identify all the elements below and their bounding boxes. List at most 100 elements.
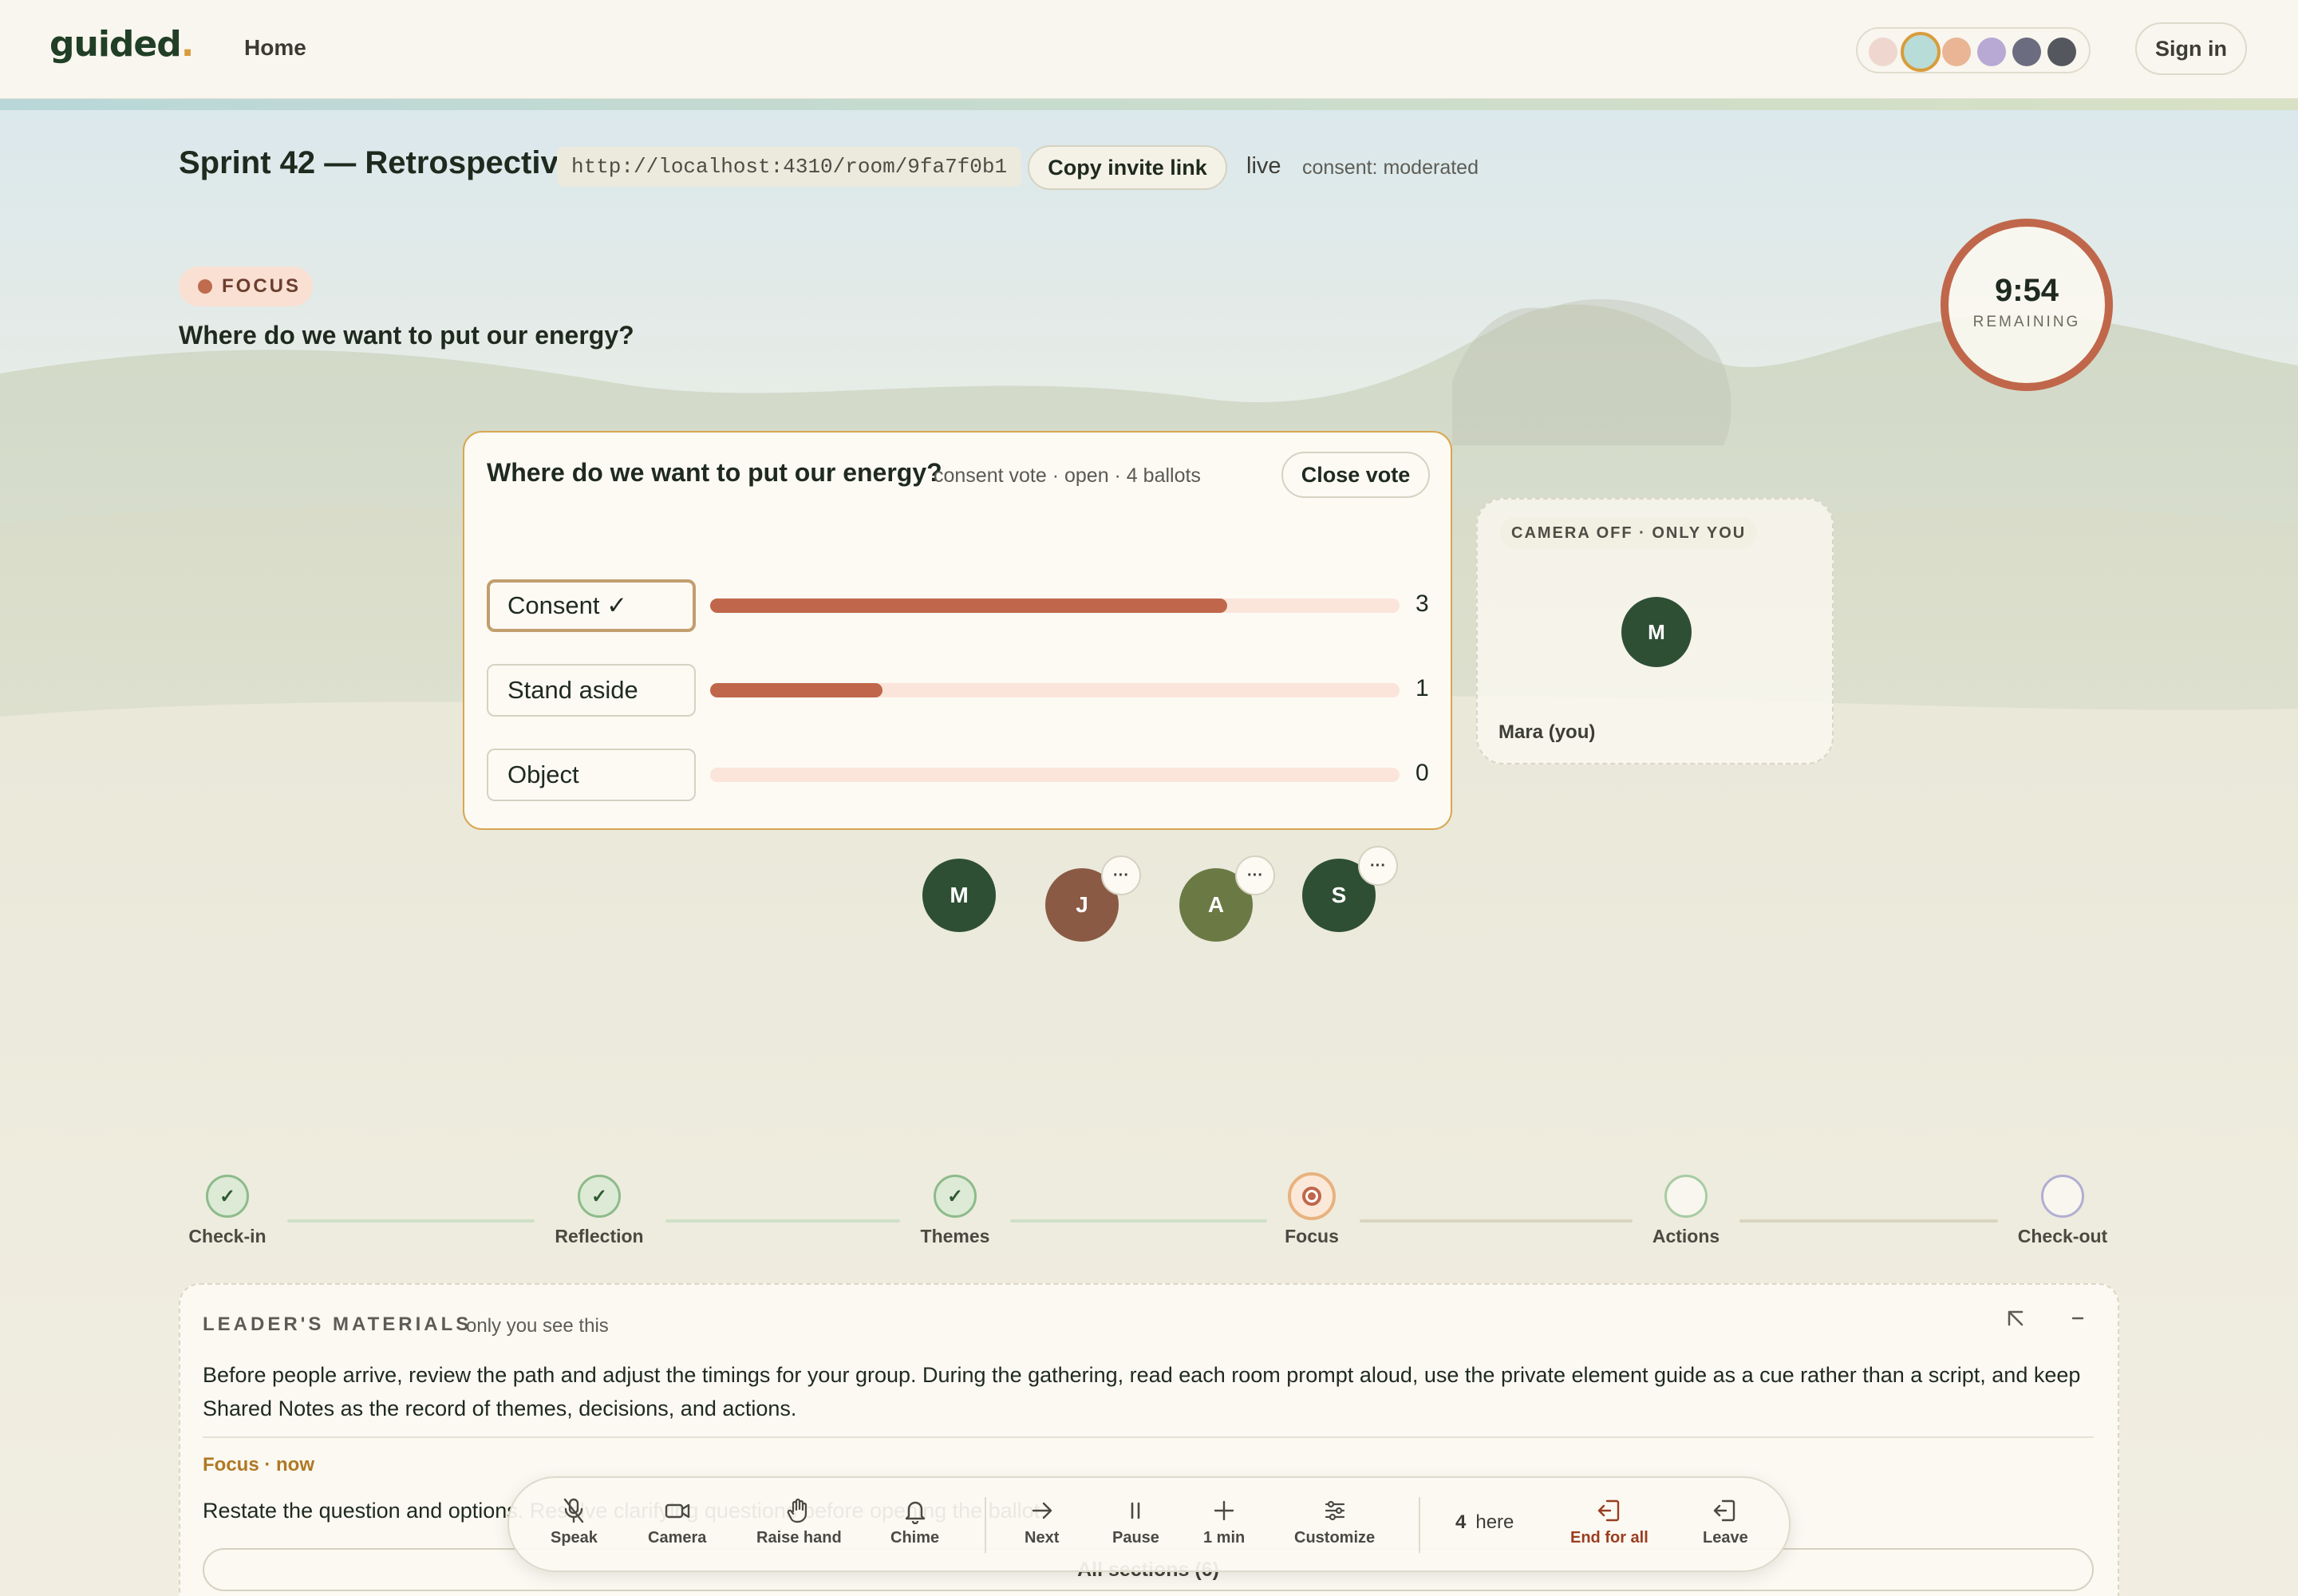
camera-label: Camera bbox=[648, 1529, 707, 1547]
leave-icon bbox=[1714, 1499, 1735, 1522]
self-avatar: M bbox=[1621, 597, 1692, 667]
vote-bar-fill bbox=[710, 683, 882, 697]
vote-bar-consent bbox=[710, 598, 1400, 613]
sign-in-button[interactable]: Sign in bbox=[2135, 22, 2247, 75]
theme-swatch-slate[interactable] bbox=[2012, 38, 2041, 66]
control-dock: Speak Camera Raise hand Chime Next Pause… bbox=[507, 1476, 1791, 1572]
path-connector bbox=[287, 1219, 535, 1223]
camera-button[interactable]: Camera bbox=[648, 1497, 706, 1547]
pause-label: Pause bbox=[1112, 1529, 1159, 1547]
path-connector bbox=[665, 1219, 900, 1223]
chime-button[interactable]: Chime bbox=[890, 1497, 939, 1547]
vote-option-stand-aside[interactable]: Stand aside bbox=[487, 664, 696, 717]
timer-value: 9:54 bbox=[1994, 273, 2059, 308]
path-step-focus[interactable] bbox=[1288, 1172, 1336, 1220]
path-step-actions[interactable] bbox=[1664, 1175, 1708, 1218]
vote-count-stand-aside: 1 bbox=[1416, 675, 1429, 701]
logo-dot: . bbox=[180, 24, 195, 65]
theme-swatch-peach[interactable] bbox=[1942, 38, 1971, 66]
theme-swatch-mint[interactable] bbox=[1901, 32, 1941, 72]
raise-hand-button[interactable]: Raise hand bbox=[756, 1497, 842, 1547]
vote-question: Where do we want to put our energy? bbox=[487, 458, 942, 487]
materials-subheading: only you see this bbox=[466, 1315, 609, 1337]
path-step-label: Check-out bbox=[2017, 1226, 2108, 1246]
path-step-label: Reflection bbox=[555, 1226, 644, 1246]
leave-label: Leave bbox=[1703, 1529, 1748, 1547]
participant-more-icon[interactable]: ··· bbox=[1358, 846, 1398, 886]
vote-bar-fill bbox=[710, 598, 1227, 613]
copy-invite-link-button[interactable]: Copy invite link bbox=[1028, 145, 1227, 190]
add-minute-button[interactable]: 1 min bbox=[1203, 1497, 1245, 1547]
live-status: live bbox=[1246, 153, 1281, 179]
path-step-check-out[interactable] bbox=[2041, 1175, 2084, 1218]
vote-meta: consent vote · open · 4 ballots bbox=[934, 464, 1201, 487]
top-bar: guided. Home Sign in bbox=[0, 0, 2298, 99]
theme-swatch-lavender[interactable] bbox=[1977, 38, 2006, 66]
leave-button[interactable]: Leave bbox=[1703, 1497, 1748, 1547]
vote-count-consent: 3 bbox=[1416, 591, 1429, 617]
materials-heading: LEADER'S MATERIALS bbox=[203, 1314, 472, 1335]
theme-swatch-charcoal[interactable] bbox=[2047, 38, 2076, 66]
path-step-label: Check-in bbox=[188, 1226, 267, 1246]
badge-dot-icon bbox=[198, 279, 212, 294]
speak-label: Speak bbox=[551, 1529, 598, 1547]
nav-home-link[interactable]: Home bbox=[244, 35, 306, 61]
here-label: here bbox=[1475, 1511, 1514, 1533]
participant-more-icon[interactable]: ··· bbox=[1235, 855, 1275, 895]
raise-hand-label: Raise hand bbox=[756, 1529, 842, 1547]
logo-text: guided bbox=[49, 24, 182, 65]
customize-label: Customize bbox=[1294, 1529, 1376, 1547]
add-minute-label: 1 min bbox=[1203, 1529, 1246, 1547]
path-step-reflection[interactable]: ✓ bbox=[578, 1175, 621, 1218]
path-step-check-in[interactable]: ✓ bbox=[206, 1175, 249, 1218]
countdown-timer: 9:54 REMAINING bbox=[1941, 219, 2113, 391]
here-count: 4 bbox=[1455, 1511, 1467, 1533]
vote-bar-stand-aside bbox=[710, 683, 1400, 697]
participant-more-icon[interactable]: ··· bbox=[1101, 855, 1141, 895]
dock-separator bbox=[985, 1497, 986, 1553]
logo[interactable]: guided. bbox=[49, 24, 195, 65]
next-button[interactable]: Next bbox=[1025, 1497, 1059, 1547]
self-camera-tile: CAMERA OFF · ONLY YOU M Mara (you) bbox=[1476, 498, 1834, 764]
vote-card: Where do we want to put our energy? cons… bbox=[463, 431, 1452, 830]
participant-count: 4 here bbox=[1455, 1511, 1514, 1534]
path-connector bbox=[1739, 1219, 1998, 1223]
pop-out-icon[interactable] bbox=[2004, 1309, 2027, 1337]
path-step-themes[interactable]: ✓ bbox=[934, 1175, 977, 1218]
room-title: Sprint 42 — Retrospective bbox=[179, 145, 576, 180]
timer-label: REMAINING bbox=[1972, 314, 2081, 330]
participant-avatar[interactable]: M bbox=[922, 859, 996, 932]
theme-swatch-blush[interactable] bbox=[1869, 38, 1897, 66]
mic-off-icon bbox=[564, 1498, 584, 1523]
exit-icon bbox=[1597, 1499, 1620, 1522]
path-step-label: Themes bbox=[920, 1226, 990, 1246]
pause-button[interactable]: Pause bbox=[1112, 1497, 1159, 1547]
materials-section-label: Focus · now bbox=[203, 1454, 314, 1476]
path-connector bbox=[1360, 1219, 1633, 1223]
customize-button[interactable]: Customize bbox=[1294, 1497, 1375, 1547]
hand-icon bbox=[788, 1498, 807, 1523]
header-accent-stripe bbox=[0, 99, 2298, 110]
stage-badge: FOCUS bbox=[179, 267, 313, 306]
self-name: Mara (you) bbox=[1498, 721, 1596, 743]
chime-label: Chime bbox=[890, 1529, 940, 1547]
vote-option-object[interactable]: Object bbox=[487, 749, 696, 801]
vote-option-consent[interactable]: Consent ✓ bbox=[487, 579, 696, 632]
speak-button[interactable]: Speak bbox=[551, 1497, 598, 1547]
close-vote-button[interactable]: Close vote bbox=[1281, 452, 1430, 498]
plus-icon bbox=[1214, 1500, 1234, 1521]
camera-off-label: CAMERA OFF · ONLY YOU bbox=[1500, 517, 1758, 549]
camera-icon bbox=[665, 1503, 689, 1519]
sliders-icon bbox=[1325, 1500, 1344, 1521]
room-url[interactable]: http://localhost:4310/room/9fa7f0b1 bbox=[557, 147, 1022, 187]
path-step-label: Actions bbox=[1652, 1226, 1720, 1246]
arrow-right-icon bbox=[1032, 1502, 1052, 1519]
end-for-all-button[interactable]: End for all bbox=[1570, 1497, 1648, 1547]
stage-prompt: Where do we want to put our energy? bbox=[179, 321, 634, 350]
collapse-icon[interactable] bbox=[2067, 1307, 2089, 1335]
path-connector bbox=[1010, 1219, 1267, 1223]
path-step-label: Focus bbox=[1285, 1226, 1339, 1246]
next-label: Next bbox=[1025, 1529, 1060, 1547]
stage-badge-label: FOCUS bbox=[222, 275, 301, 297]
materials-body: Before people arrive, review the path an… bbox=[203, 1363, 2081, 1420]
